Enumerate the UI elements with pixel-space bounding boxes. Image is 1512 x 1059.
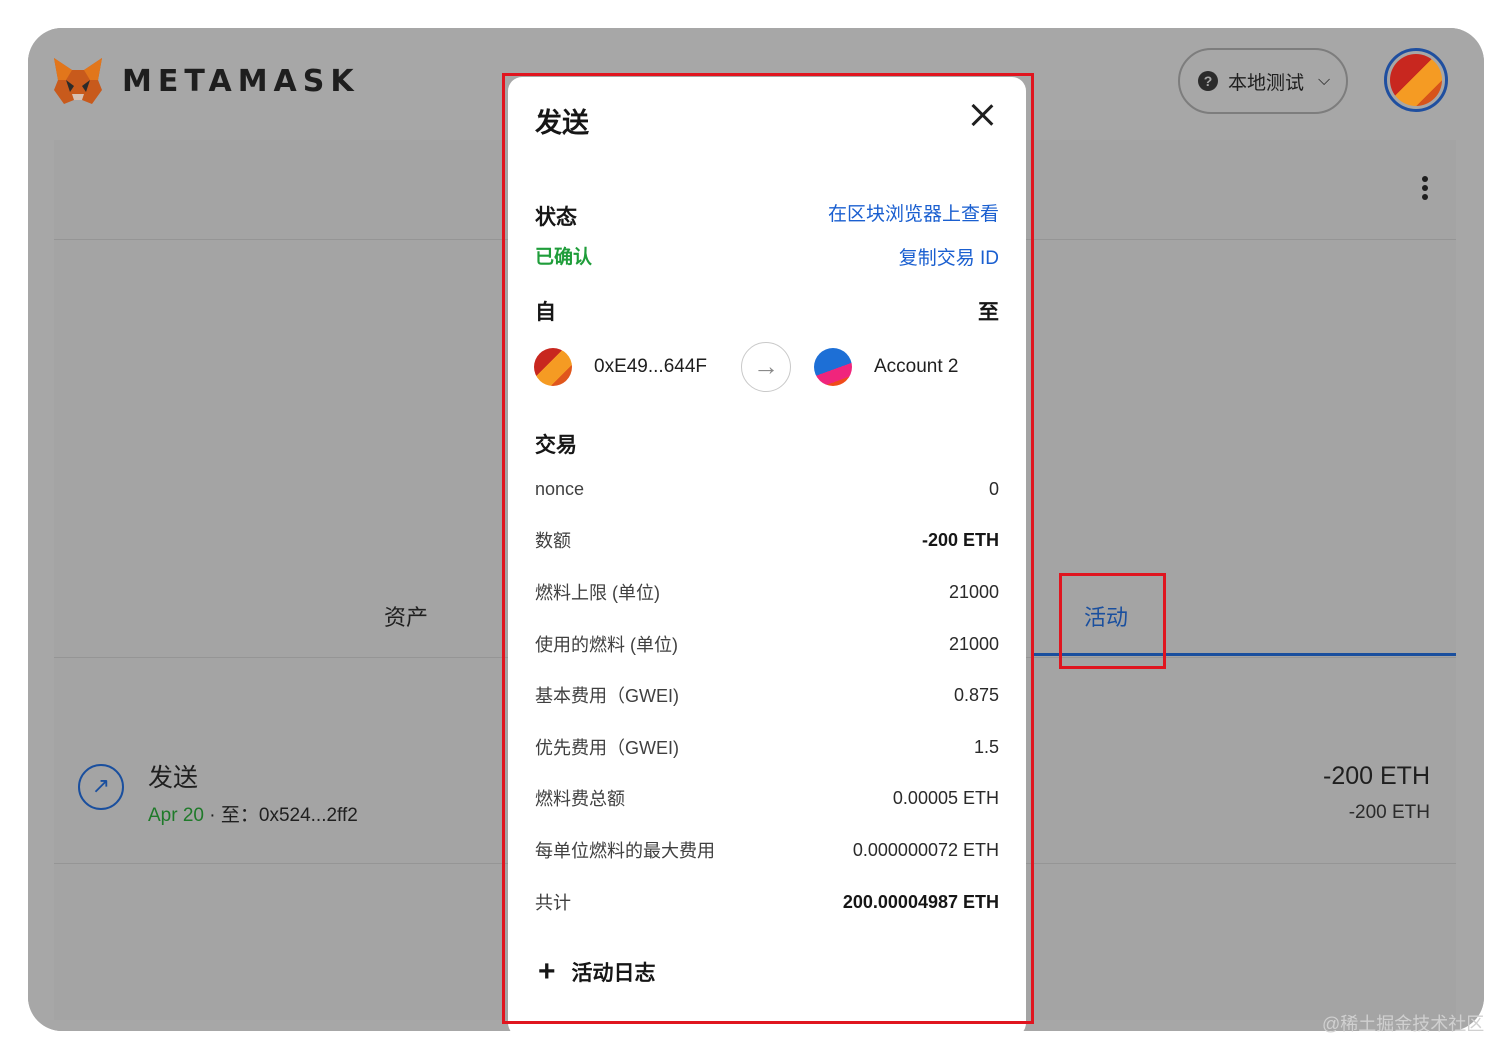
chevron-down-icon: ⌵ (1318, 72, 1331, 89)
account-avatar[interactable] (1384, 48, 1448, 112)
subtitle-separator: · (203, 805, 221, 826)
tab-assets[interactable]: 资产 (384, 600, 428, 632)
transaction-date: Apr 20 (148, 805, 204, 826)
network-selector[interactable]: ? 本地测试 ⌵ (1178, 48, 1348, 114)
kebab-dot (1422, 194, 1428, 200)
to-prefix: 至： (220, 805, 259, 826)
transaction-amount: -200 ETH (1323, 762, 1430, 790)
brand-wordmark: METAMASK (122, 64, 360, 99)
transaction-amount-secondary: -200 ETH (1348, 802, 1430, 823)
highlight-activity-tab (1059, 573, 1166, 669)
more-options-icon[interactable] (1422, 176, 1430, 200)
transaction-title: 发送 (148, 764, 199, 792)
watermark: @稀土掘金技术社区 (1322, 1014, 1485, 1034)
send-arrow-icon: ↗ (78, 764, 124, 810)
network-label: 本地测试 (1228, 72, 1305, 94)
metamask-fox-icon (54, 58, 102, 104)
help-icon: ? (1198, 71, 1218, 91)
transaction-subtitle: Apr 20 · 至：0x524...2ff2 (148, 800, 358, 827)
highlight-modal (502, 73, 1034, 1024)
kebab-dot (1422, 185, 1428, 191)
kebab-dot (1422, 176, 1428, 182)
account-identicon (1390, 54, 1442, 106)
to-address: 0x524...2ff2 (258, 805, 358, 826)
